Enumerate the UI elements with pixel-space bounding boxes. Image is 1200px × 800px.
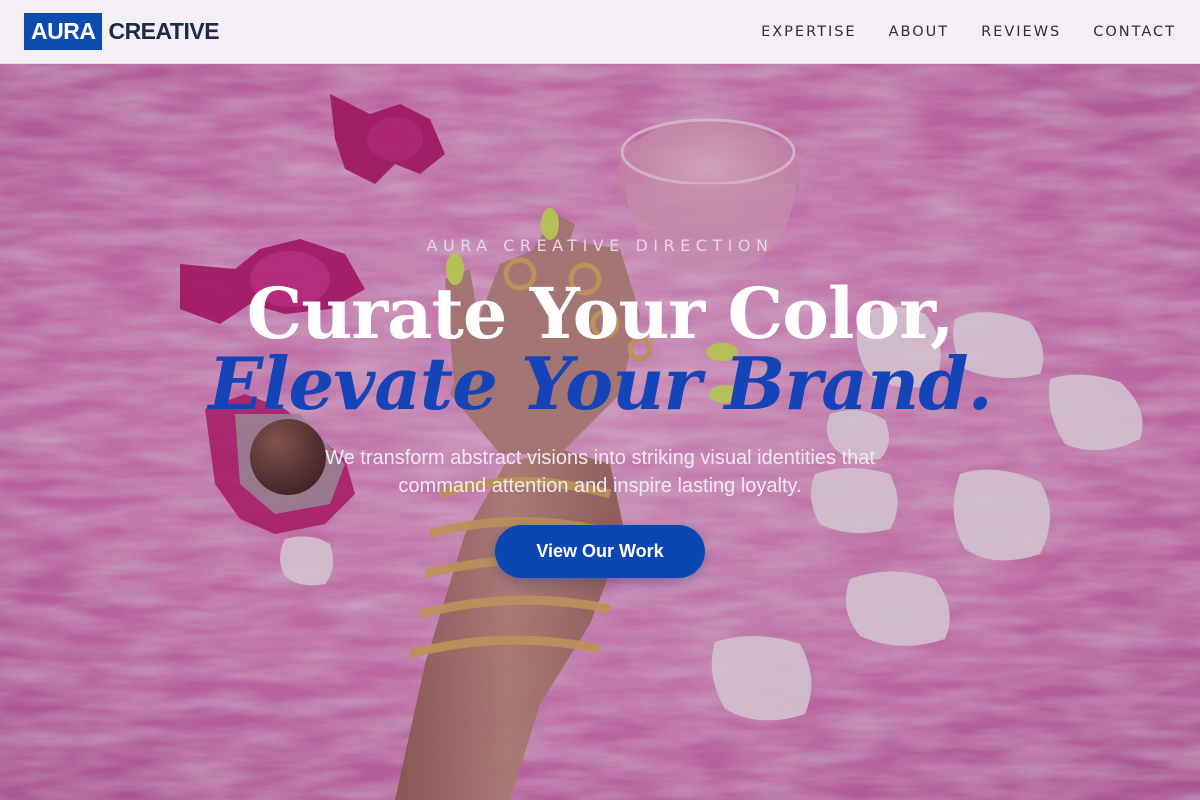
hero-headline-line-2: Elevate Your Brand. [208, 341, 992, 426]
nav-link-reviews[interactable]: REVIEWS [981, 24, 1061, 40]
hero-section: AURA CREATIVE DIRECTION Curate Your Colo… [0, 64, 1200, 800]
main-nav: EXPERTISE ABOUT REVIEWS CONTACT [761, 24, 1176, 40]
site-header: AURA CREATIVE EXPERTISE ABOUT REVIEWS CO… [0, 0, 1200, 64]
nav-link-expertise[interactable]: EXPERTISE [761, 24, 857, 40]
nav-link-contact[interactable]: CONTACT [1093, 24, 1176, 40]
brand-logo[interactable]: AURA CREATIVE [24, 13, 220, 50]
logo-mark: AURA [24, 13, 103, 50]
hero-eyebrow: AURA CREATIVE DIRECTION [426, 236, 774, 255]
hero-content: AURA CREATIVE DIRECTION Curate Your Colo… [0, 64, 1200, 800]
logo-text: CREATIVE [108, 18, 220, 44]
hero-subtext: We transform abstract visions into strik… [325, 447, 875, 497]
nav-link-about[interactable]: ABOUT [889, 24, 950, 40]
view-our-work-button[interactable]: View Our Work [495, 525, 705, 578]
